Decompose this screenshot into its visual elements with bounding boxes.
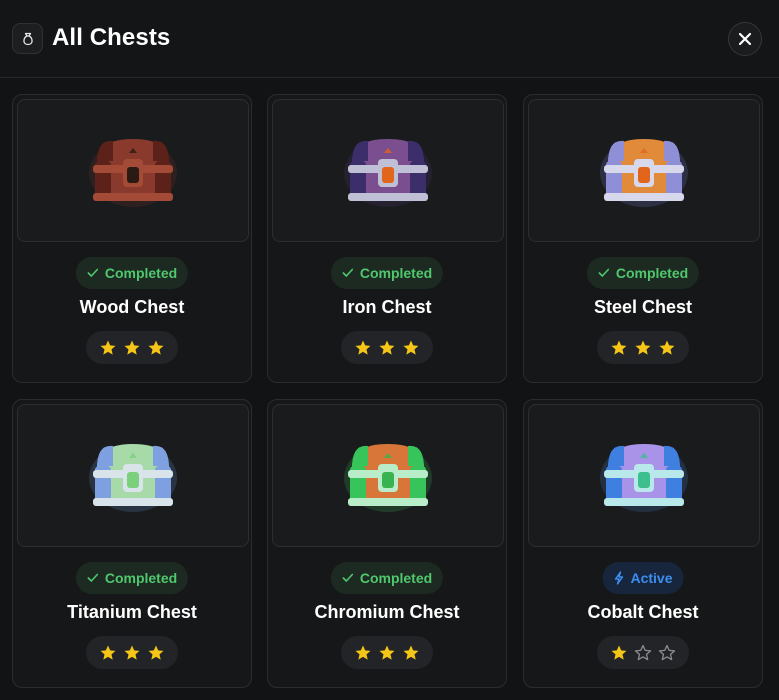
star-filled-icon [403, 340, 419, 355]
chest-name: Cobalt Chest [587, 602, 699, 622]
star-filled-icon [403, 645, 419, 660]
chest-card[interactable]: Completed Chromium Chest [267, 399, 507, 688]
chest-image-frame [528, 404, 760, 547]
status-badge: Active [602, 562, 684, 594]
status-label: Completed [104, 265, 178, 281]
bag-icon [12, 23, 43, 54]
chest-image-frame [272, 404, 504, 547]
chest-image [600, 138, 688, 207]
star-filled-icon [124, 645, 140, 660]
star-rating [341, 331, 433, 364]
star-rating [597, 331, 689, 364]
star-filled-icon [148, 645, 164, 660]
status-badge: Completed [75, 257, 189, 289]
chest-card[interactable]: Completed Wood Chest [12, 94, 252, 383]
status-label: Completed [615, 265, 689, 281]
star-filled-icon [611, 645, 627, 660]
status-label: Active [630, 570, 673, 586]
status-badge: Completed [330, 562, 444, 594]
star-rating [86, 331, 178, 364]
lightning-icon [614, 571, 624, 585]
chest-image [89, 138, 177, 207]
check-icon [87, 268, 99, 277]
chest-card[interactable]: Completed Steel Chest [523, 94, 763, 383]
chest-name: Steel Chest [593, 297, 693, 317]
star-filled-icon [611, 340, 627, 355]
chest-name: Titanium Chest [67, 602, 197, 622]
check-icon [598, 268, 610, 277]
status-label: Completed [359, 570, 433, 586]
status-badge: Completed [75, 562, 189, 594]
star-filled-icon [100, 645, 116, 660]
star-rating [86, 636, 178, 669]
chest-card[interactable]: Completed Iron Chest [267, 94, 507, 383]
star-filled-icon [355, 645, 371, 660]
star-rating [597, 636, 689, 669]
star-filled-icon [379, 645, 395, 660]
status-badge: Completed [586, 257, 700, 289]
star-filled-icon [100, 340, 116, 355]
chest-name: Iron Chest [342, 297, 432, 317]
star-empty-icon [634, 644, 652, 660]
star-rating [341, 636, 433, 669]
page-title: All Chests [52, 24, 171, 51]
star-filled-icon [659, 340, 675, 355]
status-label: Completed [104, 570, 178, 586]
check-icon [87, 573, 99, 582]
star-filled-icon [355, 340, 371, 355]
close-button[interactable] [728, 22, 762, 56]
chest-image-frame [17, 404, 249, 547]
chest-image-frame [272, 99, 504, 242]
star-filled-icon [379, 340, 395, 355]
chest-card[interactable]: Active Cobalt Chest [523, 399, 763, 688]
chest-name: Wood Chest [79, 297, 185, 317]
header: All Chests [0, 0, 779, 78]
chest-image [600, 443, 688, 512]
check-icon [342, 573, 354, 582]
star-filled-icon [124, 340, 140, 355]
chest-name: Chromium Chest [314, 602, 460, 622]
chest-image-frame [528, 99, 760, 242]
chest-image [344, 443, 432, 512]
chest-image [344, 138, 432, 207]
status-label: Completed [359, 265, 433, 281]
status-badge: Completed [330, 257, 444, 289]
check-icon [342, 268, 354, 277]
chest-image-frame [17, 99, 249, 242]
star-filled-icon [148, 340, 164, 355]
star-empty-icon [658, 644, 676, 660]
star-filled-icon [635, 340, 651, 355]
chest-image [89, 443, 177, 512]
chest-card[interactable]: Completed Titanium Chest [12, 399, 252, 688]
close-icon [738, 32, 752, 46]
